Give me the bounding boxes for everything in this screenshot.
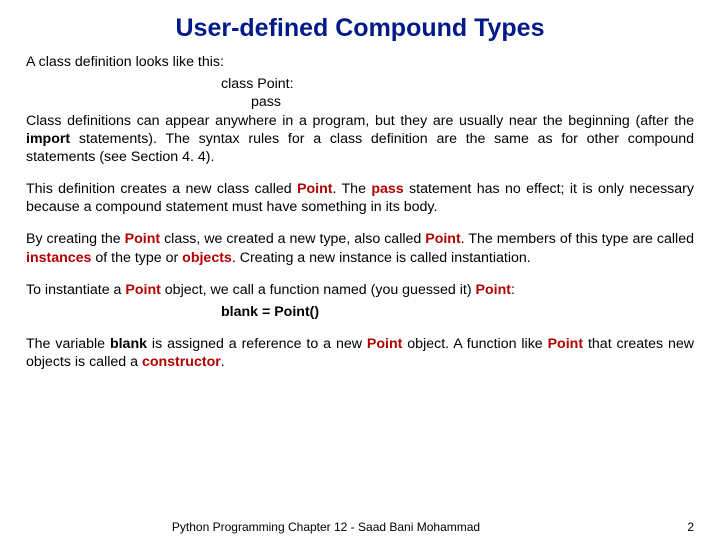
- text: .: [221, 354, 225, 370]
- keyword-point: Point: [125, 231, 160, 247]
- text: :: [511, 282, 515, 298]
- keyword-point: Point: [125, 282, 160, 298]
- keyword-point: Point: [425, 231, 460, 247]
- code-pass: pass: [26, 93, 694, 111]
- text: is assigned a reference to a new: [147, 336, 367, 352]
- text: To instantiate a: [26, 282, 125, 298]
- keyword-point: Point: [297, 181, 332, 197]
- text: statements). The syntax rules for a clas…: [26, 131, 694, 165]
- paragraph-4: To instantiate a Point object, we call a…: [26, 281, 694, 299]
- keyword-instances: instances: [26, 250, 91, 266]
- keyword-point: Point: [367, 336, 402, 352]
- text: This definition creates a new class call…: [26, 181, 297, 197]
- footer-text: Python Programming Chapter 12 - Saad Ban…: [26, 520, 626, 534]
- page-number: 2: [687, 520, 694, 534]
- code-blank-point: blank = Point(): [26, 303, 694, 321]
- text: class, we created a new type, also calle…: [160, 231, 425, 247]
- paragraph-5: The variable blank is assigned a referen…: [26, 335, 694, 371]
- keyword-constructor: constructor: [142, 354, 221, 370]
- text: The variable: [26, 336, 110, 352]
- slide-footer: Python Programming Chapter 12 - Saad Ban…: [0, 520, 720, 534]
- paragraph-2: This definition creates a new class call…: [26, 180, 694, 216]
- paragraph-1-rest: Class definitions can appear anywhere in…: [26, 112, 694, 167]
- slide-title: User-defined Compound Types: [26, 14, 694, 43]
- text: . The: [332, 181, 371, 197]
- text: By creating the: [26, 231, 125, 247]
- keyword-point: Point: [476, 282, 511, 298]
- keyword-blank: blank: [110, 336, 147, 352]
- paragraph-1-lead: A class definition looks like this:: [26, 53, 694, 71]
- text: . The members of this type are called: [461, 231, 694, 247]
- text: object, we call a function named (you gu…: [161, 282, 476, 298]
- keyword-import: import: [26, 131, 70, 147]
- text: object. A function like: [402, 336, 547, 352]
- keyword-point: Point: [548, 336, 583, 352]
- code-class-point: class Point:: [26, 75, 694, 93]
- paragraph-3: By creating the Point class, we created …: [26, 230, 694, 266]
- text: Class definitions can appear anywhere in…: [26, 113, 694, 129]
- text: of the type or: [91, 250, 182, 266]
- keyword-pass: pass: [371, 181, 403, 197]
- text: . Creating a new instance is called inst…: [232, 250, 531, 266]
- keyword-objects: objects: [182, 250, 232, 266]
